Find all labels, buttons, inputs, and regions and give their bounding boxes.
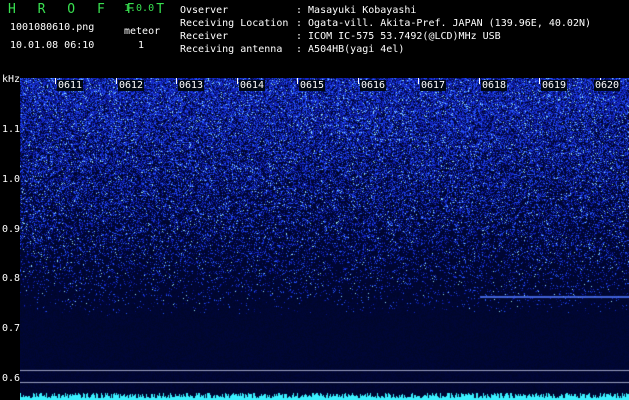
y-axis-unit: kHz bbox=[2, 74, 21, 85]
x-tick-label: 0615 bbox=[299, 80, 326, 91]
minute-marker bbox=[539, 78, 540, 84]
spectrogram-canvas bbox=[20, 78, 629, 400]
minute-marker bbox=[297, 78, 298, 84]
x-tick-label: 0616 bbox=[360, 80, 387, 91]
x-tick-label: 0617 bbox=[420, 80, 447, 91]
brand-version: 1.0.0 bbox=[124, 3, 155, 14]
x-tick-label: 0619 bbox=[541, 80, 568, 91]
minute-marker bbox=[358, 78, 359, 84]
info-row-receiver: Receiver: ICOM IC-575 53.7492(@LCD)MHz U… bbox=[180, 31, 501, 42]
y-tick-label: 1.0 bbox=[2, 174, 21, 185]
x-tick-label: 0611 bbox=[57, 80, 84, 91]
y-tick-label: 0.9 bbox=[2, 224, 21, 235]
minute-marker bbox=[176, 78, 177, 84]
minute-marker bbox=[55, 78, 56, 84]
x-tick-label: 0613 bbox=[178, 80, 205, 91]
date-time: 10.01.08 06:10 bbox=[10, 40, 95, 51]
minute-marker bbox=[116, 78, 117, 84]
x-tick-label: 0612 bbox=[118, 80, 145, 91]
minute-marker bbox=[479, 78, 480, 84]
y-tick-label: 0.7 bbox=[2, 323, 21, 334]
info-row-observer: Ovserver: Masayuki Kobayashi bbox=[180, 5, 417, 16]
meteor-count: 1 bbox=[138, 40, 145, 51]
header-panel: H R O F F T 1.0.0 1001080610.png 10.01.0… bbox=[0, 0, 629, 76]
info-row-antenna: Receiving antenna: A504HB(yagi 4el) bbox=[180, 44, 405, 55]
minute-marker bbox=[237, 78, 238, 84]
minute-marker bbox=[418, 78, 419, 84]
x-tick-label: 0618 bbox=[481, 80, 508, 91]
x-tick-label: 0620 bbox=[594, 80, 621, 91]
station-info: Ovserver: Masayuki Kobayashi Receiving L… bbox=[180, 4, 591, 56]
meteor-label: meteor bbox=[124, 26, 161, 37]
y-tick-label: 0.8 bbox=[2, 273, 21, 284]
x-tick-label: 0614 bbox=[239, 80, 266, 91]
info-row-location: Receiving Location: Ogata-vill. Akita-Pr… bbox=[180, 18, 592, 29]
y-tick-label: 0.6 bbox=[2, 373, 21, 384]
y-tick-label: 1.1 bbox=[2, 124, 21, 135]
file-name: 1001080610.png bbox=[10, 22, 95, 33]
